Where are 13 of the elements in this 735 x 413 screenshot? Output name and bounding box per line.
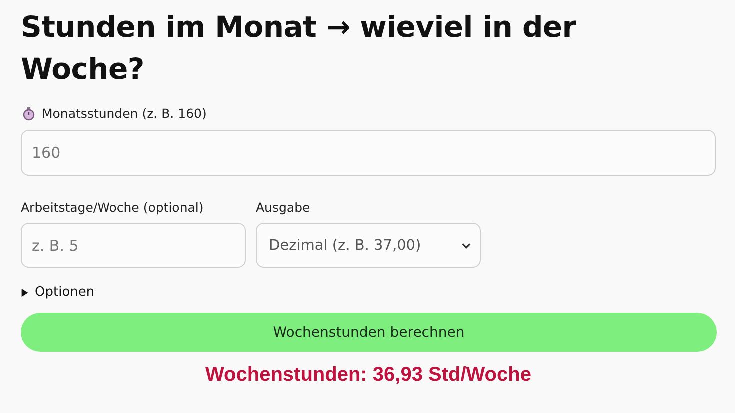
field-label: Ausgabe bbox=[256, 199, 312, 217]
stopwatch-icon bbox=[23, 107, 35, 121]
options-toggle[interactable]: Optionen bbox=[21, 285, 95, 300]
triangle-right-icon bbox=[21, 288, 29, 296]
input-field[interactable]: z. B. 5 bbox=[21, 223, 246, 268]
input-field[interactable]: 160 bbox=[21, 130, 716, 176]
page-title: Stunden im Monat → wieviel in der Woche? bbox=[21, 9, 578, 88]
field-label: Arbeitstage/Woche (optional) bbox=[21, 199, 205, 217]
chevron-down-icon bbox=[462, 242, 471, 248]
result-text: Wochenstunden: 36,93 Std/Woche bbox=[206, 364, 532, 387]
output-dropdown[interactable]: Dezimal (z. B. 37,00) bbox=[256, 223, 481, 268]
field-label: Monatsstunden (z. B. 160) bbox=[42, 105, 207, 123]
calculate-button[interactable]: Wochenstunden berechnen bbox=[21, 313, 717, 352]
